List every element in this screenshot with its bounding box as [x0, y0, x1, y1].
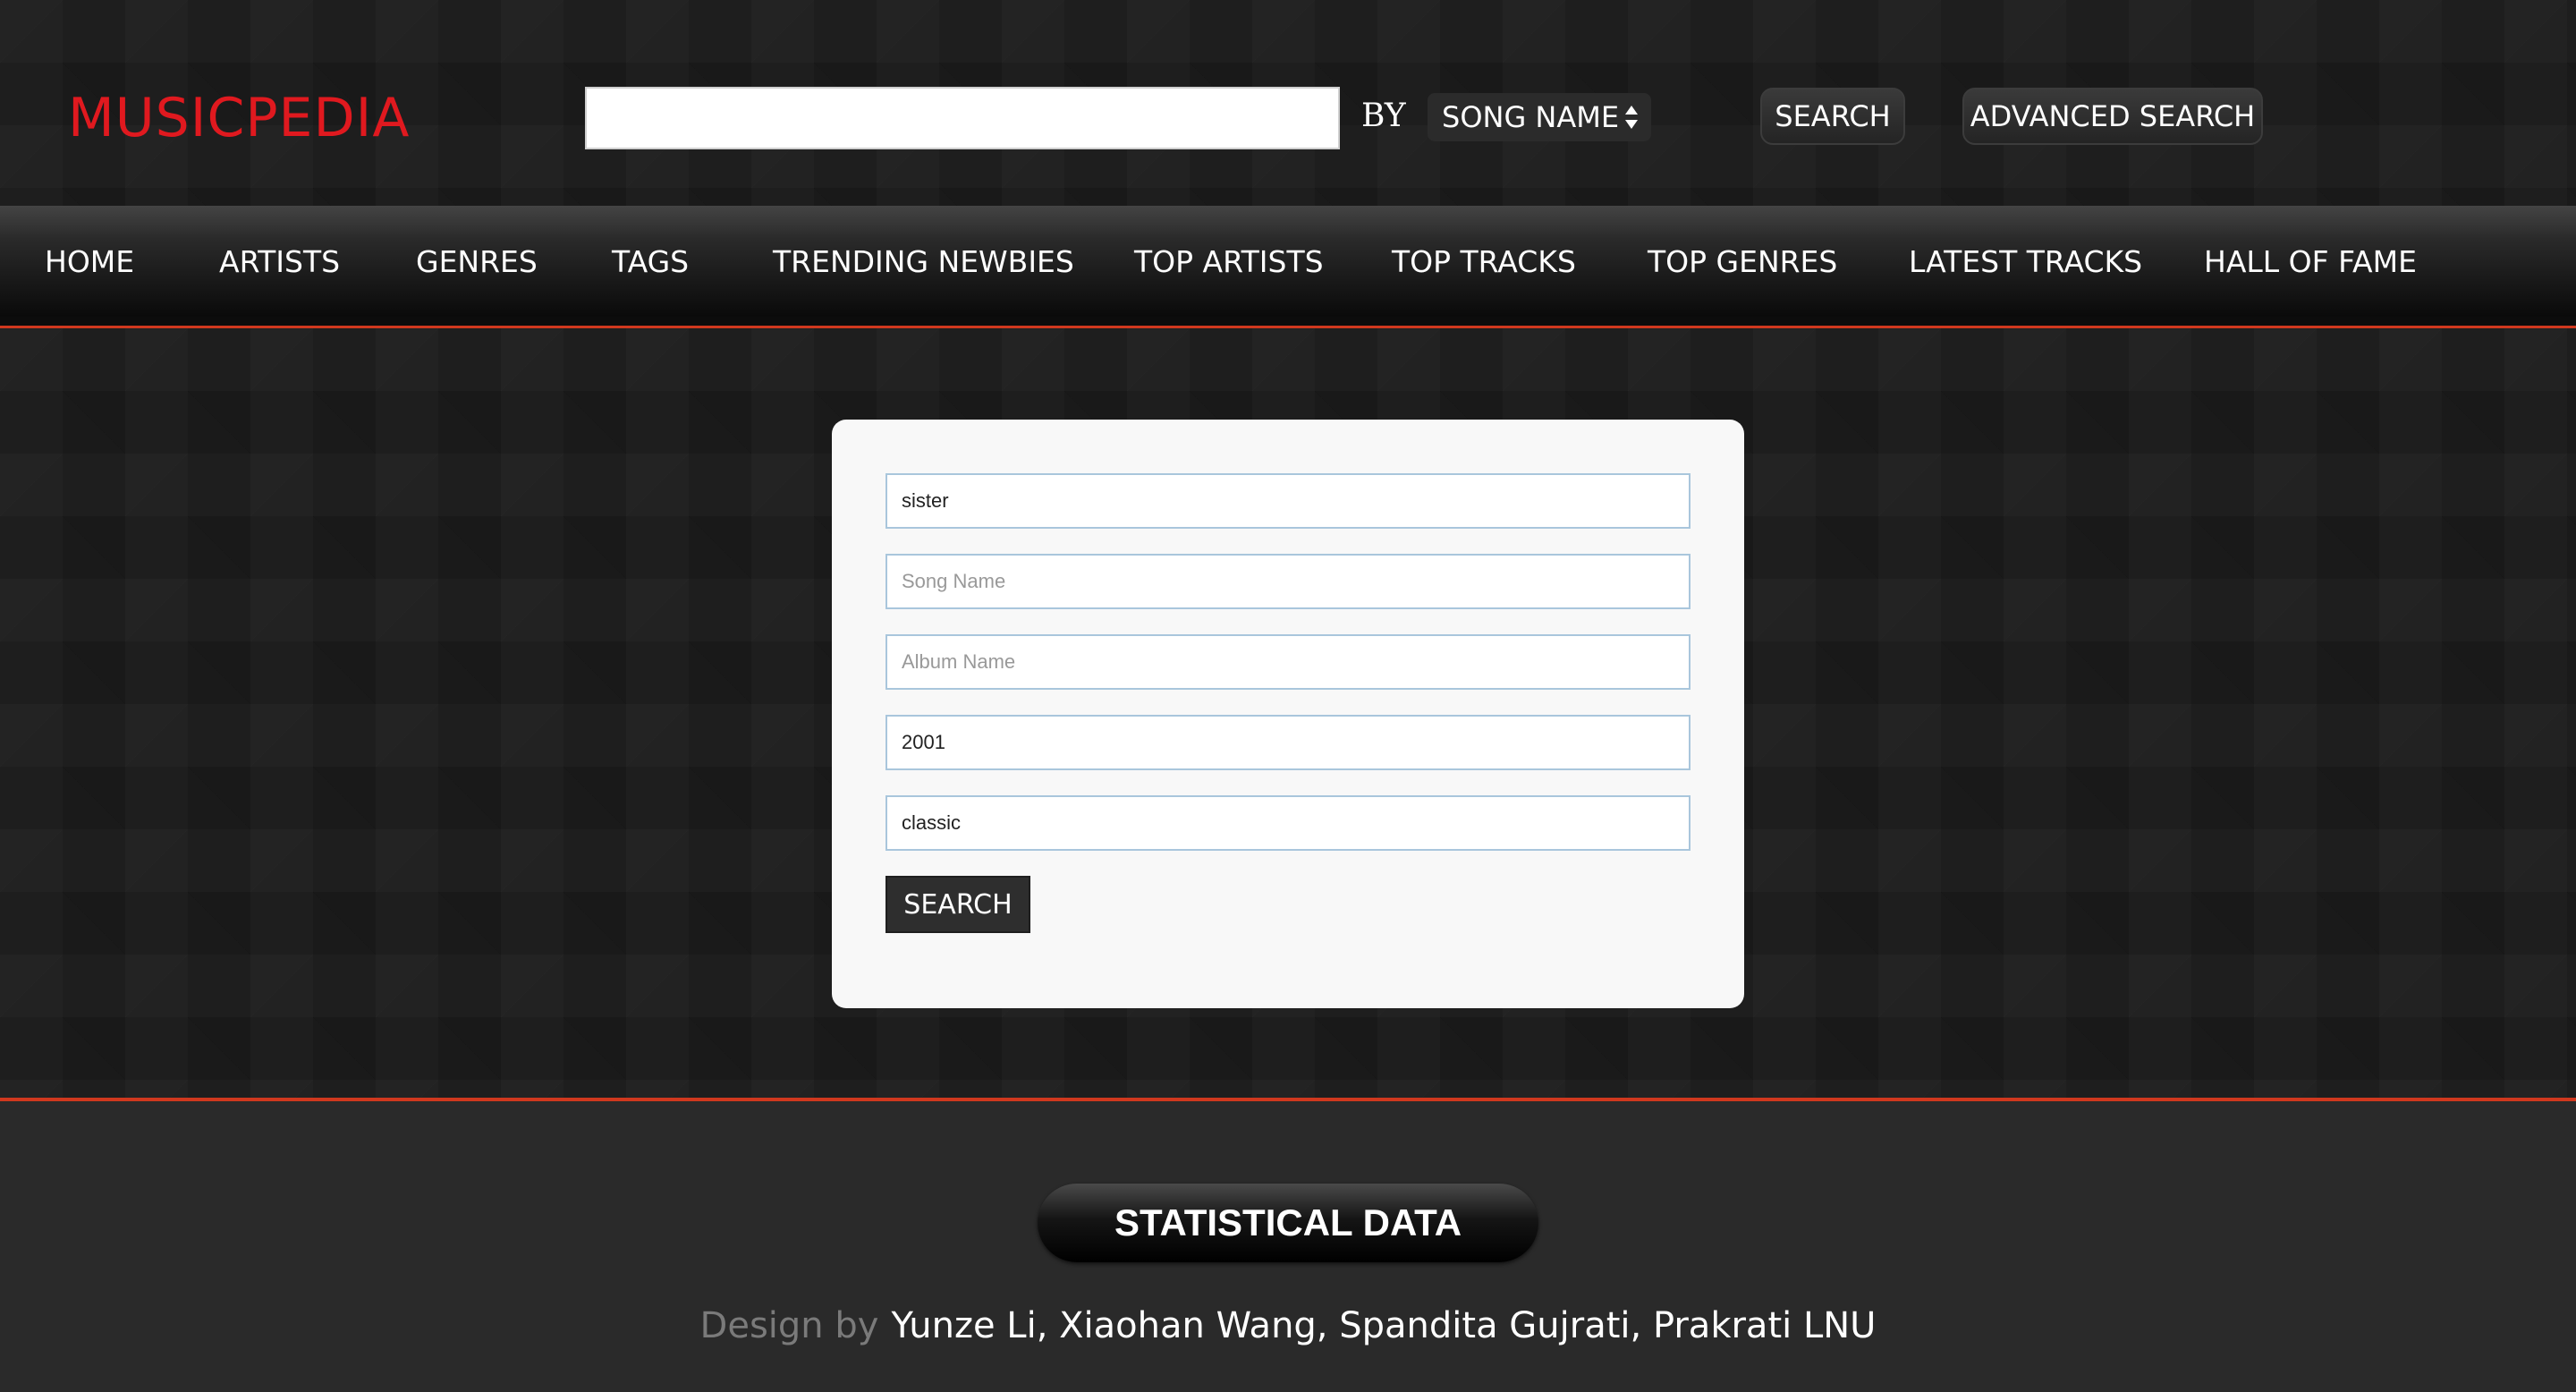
main-nav: HOME ARTISTS GENRES TAGS TRENDING NEWBIE…	[0, 206, 2576, 317]
nav-item-trending-newbies[interactable]: TRENDING NEWBIES	[773, 206, 1074, 317]
year-field[interactable]	[886, 715, 1690, 770]
statistical-data-button[interactable]: STATISTICAL DATA	[1038, 1184, 1538, 1262]
nav-item-home[interactable]: HOME	[45, 206, 134, 317]
nav-item-genres[interactable]: GENRES	[416, 206, 538, 317]
updown-arrows-icon	[1625, 106, 1638, 129]
advanced-form-search-button[interactable]: SEARCH	[886, 876, 1030, 933]
advanced-search-button[interactable]: ADVANCED SEARCH	[1962, 88, 2263, 145]
search-by-select[interactable]: SONG NAME	[1428, 93, 1651, 141]
credits-label: Design by	[699, 1305, 879, 1346]
design-credits: Design by Yunze Li, Xiaohan Wang, Spandit…	[0, 1305, 2576, 1346]
nav-divider	[0, 317, 2576, 326]
search-input[interactable]	[585, 87, 1340, 149]
search-by-selected-value: SONG NAME	[1442, 100, 1620, 134]
album-name-field[interactable]	[886, 634, 1690, 690]
nav-item-latest-tracks[interactable]: LATEST TRACKS	[1909, 206, 2142, 317]
nav-item-top-genres[interactable]: TOP GENRES	[1648, 206, 1837, 317]
main-content: SEARCH	[0, 328, 2576, 1098]
nav-item-top-artists[interactable]: TOP ARTISTS	[1134, 206, 1324, 317]
search-button[interactable]: SEARCH	[1760, 88, 1905, 145]
credits-names: Yunze Li, Xiaohan Wang, Spandita Gujrati…	[891, 1305, 1877, 1346]
nav-item-tags[interactable]: TAGS	[612, 206, 689, 317]
genre-field[interactable]	[886, 795, 1690, 851]
site-header: MUSICPEDIA BY SONG NAME SEARCH ADVANCED …	[0, 0, 2576, 206]
site-logo[interactable]: MUSICPEDIA	[68, 86, 410, 150]
nav-item-hall-of-fame[interactable]: HALL OF FAME	[2204, 206, 2417, 317]
artist-name-field[interactable]	[886, 473, 1690, 529]
nav-item-top-tracks[interactable]: TOP TRACKS	[1392, 206, 1576, 317]
site-footer: STATISTICAL DATA Design by Yunze Li, Xiao…	[0, 1101, 2576, 1392]
nav-item-artists[interactable]: ARTISTS	[219, 206, 340, 317]
search-by-label: BY	[1361, 98, 1406, 134]
advanced-search-form: SEARCH	[832, 420, 1744, 1008]
song-name-field[interactable]	[886, 554, 1690, 609]
